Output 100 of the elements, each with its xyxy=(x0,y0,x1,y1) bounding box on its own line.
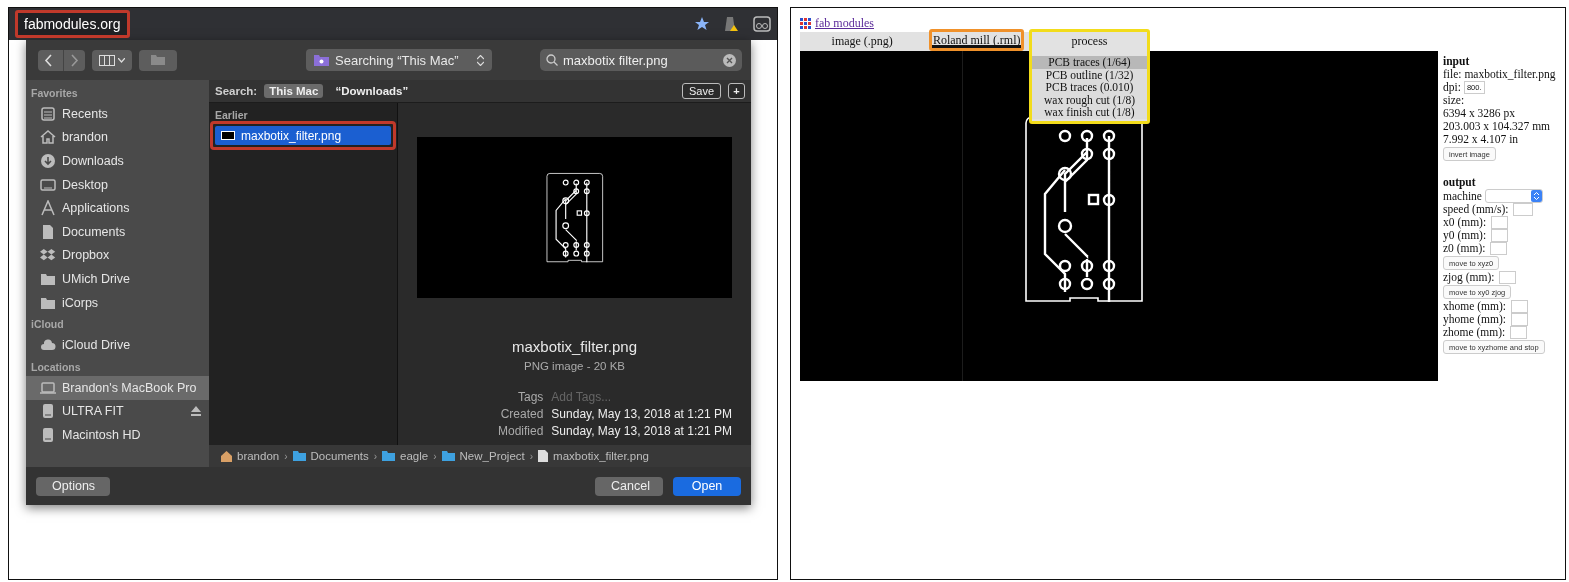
input-field[interactable] xyxy=(1510,313,1528,326)
group-heading: Earlier xyxy=(215,109,249,121)
input-field[interactable] xyxy=(1491,229,1509,242)
sidebar-item[interactable]: Documents xyxy=(26,219,209,244)
sidebar-item[interactable]: Applications xyxy=(26,196,209,220)
add-button[interactable]: + xyxy=(728,83,745,99)
folder-icon xyxy=(314,54,329,66)
back-forward-button[interactable] xyxy=(38,49,85,71)
house-icon xyxy=(40,129,56,146)
chevron-icon: › xyxy=(373,450,378,462)
meta-value: Sunday, May 13, 2018 at 1:21 PM xyxy=(551,424,732,438)
input-field[interactable] xyxy=(1513,203,1534,216)
view-button[interactable] xyxy=(92,49,132,71)
drive-icon xyxy=(40,426,56,443)
tab[interactable]: Roland mill (.rml) xyxy=(929,29,1024,51)
section-heading: Locations xyxy=(30,359,82,375)
open-button[interactable]: Open xyxy=(673,476,741,496)
field-label: zhome (mm): xyxy=(1443,326,1506,339)
image-file-icon xyxy=(221,131,235,140)
scope-label: Search: xyxy=(215,85,258,97)
save-button[interactable]: Save xyxy=(681,83,721,99)
file-name: maxbotix_filter.png xyxy=(511,338,638,355)
extension-icon[interactable] xyxy=(723,16,739,32)
folder-icon xyxy=(382,451,396,461)
cancel-button[interactable]: Cancel xyxy=(595,476,663,496)
field-label: x0 (mm): xyxy=(1443,216,1487,229)
caret-icon xyxy=(118,57,125,63)
path-item[interactable]: maxbotix_filter.png xyxy=(553,450,649,462)
house-icon xyxy=(221,450,232,462)
file-type: PNG image - 20 KB xyxy=(524,360,625,372)
field-label: machine xyxy=(1443,189,1482,203)
dropdown-option[interactable]: PCB traces (0.010) xyxy=(1032,81,1147,94)
section-heading: iCloud xyxy=(30,317,65,333)
scope-option[interactable]: “Downloads” xyxy=(330,84,414,98)
field-label: size: xyxy=(1443,94,1466,107)
field-label: y0 (mm): xyxy=(1443,229,1487,242)
section-heading: Favorites xyxy=(30,86,79,101)
path-item[interactable]: New_Project xyxy=(459,450,525,462)
sidebar-item[interactable]: Macintosh HD xyxy=(26,423,209,447)
folder-icon xyxy=(151,55,165,65)
path-item[interactable]: brandon xyxy=(237,450,280,462)
glasses-icon[interactable] xyxy=(753,16,771,32)
meta-value: Sunday, May 13, 2018 at 1:21 PM xyxy=(551,407,732,421)
chevron-icon: › xyxy=(529,450,534,462)
updown-caret-icon xyxy=(1533,192,1539,200)
list-icon xyxy=(40,105,56,122)
updown-caret-icon xyxy=(477,54,484,66)
field-label: dpi: xyxy=(1443,81,1461,94)
sidebar-item[interactable]: Dropbox xyxy=(26,243,209,268)
clear-icon[interactable] xyxy=(723,53,736,67)
laptop-icon xyxy=(40,379,56,396)
folder-icon xyxy=(292,451,306,461)
section-heading: output xyxy=(1443,176,1477,189)
file-row[interactable]: maxbotix_filter.png xyxy=(215,126,391,145)
path-item[interactable]: eagle xyxy=(400,450,429,462)
address-field[interactable]: fabmodules.org xyxy=(15,10,130,38)
drive-icon xyxy=(40,403,56,420)
desktop-icon xyxy=(40,176,56,193)
star-icon[interactable] xyxy=(695,17,709,31)
field-label: yhome (mm): xyxy=(1443,313,1506,326)
sidebar-item[interactable]: Desktop xyxy=(26,172,209,197)
new-folder-button[interactable] xyxy=(139,49,177,71)
columns-icon xyxy=(99,54,115,66)
options-button[interactable]: Options xyxy=(36,476,110,496)
section-heading: input xyxy=(1443,55,1471,68)
size-text: 6394 x 3286 px xyxy=(1443,107,1516,120)
home-link[interactable]: fab modules xyxy=(815,16,874,31)
input-field[interactable] xyxy=(1510,300,1528,313)
input-field[interactable] xyxy=(1499,271,1517,284)
eject-icon[interactable] xyxy=(191,406,201,417)
scope-option[interactable]: This Mac xyxy=(264,84,324,98)
dropdown-option[interactable]: wax finish cut (1/8) xyxy=(1032,106,1147,119)
sidebar-item[interactable]: iCloud Drive xyxy=(26,333,209,357)
search-field[interactable]: maxbotix filter.png xyxy=(540,49,742,71)
sidebar-item[interactable]: UMich Drive xyxy=(26,267,209,291)
search-icon xyxy=(546,54,558,66)
path-item[interactable]: Documents xyxy=(310,450,369,462)
location-dropdown[interactable]: Searching “This Mac” xyxy=(306,49,492,71)
sidebar-item[interactable]: ULTRA FIT xyxy=(26,399,209,424)
sidebar-item[interactable]: iCorps xyxy=(26,290,209,315)
chevron-icon: › xyxy=(433,450,437,462)
dropdown-option[interactable]: PCB outline (1/32) xyxy=(1032,68,1147,81)
folder-icon xyxy=(441,451,455,461)
field-label: speed (mm/s): xyxy=(1443,203,1509,216)
meta-label: Tags xyxy=(517,390,544,404)
input-field[interactable] xyxy=(1510,326,1528,339)
sidebar-item[interactable]: Downloads xyxy=(26,149,209,173)
machine-dropdown[interactable] xyxy=(1484,189,1543,203)
dropdown-option[interactable]: PCB traces (1/64) xyxy=(1032,56,1147,69)
input-field[interactable] xyxy=(1490,242,1508,255)
sidebar-item[interactable]: Brandon's MacBook Pro xyxy=(26,375,209,400)
dropdown-option[interactable]: wax rough cut (1/8) xyxy=(1032,93,1147,106)
file-label: file: maxbotix_filter.png xyxy=(1443,68,1556,81)
meta-label: Created xyxy=(499,407,544,421)
download-icon xyxy=(40,153,56,169)
sidebar-item[interactable]: brandon xyxy=(26,125,209,150)
field-label: xhome (mm): xyxy=(1443,300,1506,313)
input-field[interactable] xyxy=(1491,216,1509,229)
size-text: 7.992 x 4.107 in xyxy=(1443,133,1520,146)
sidebar-item[interactable]: Recents xyxy=(26,102,209,126)
